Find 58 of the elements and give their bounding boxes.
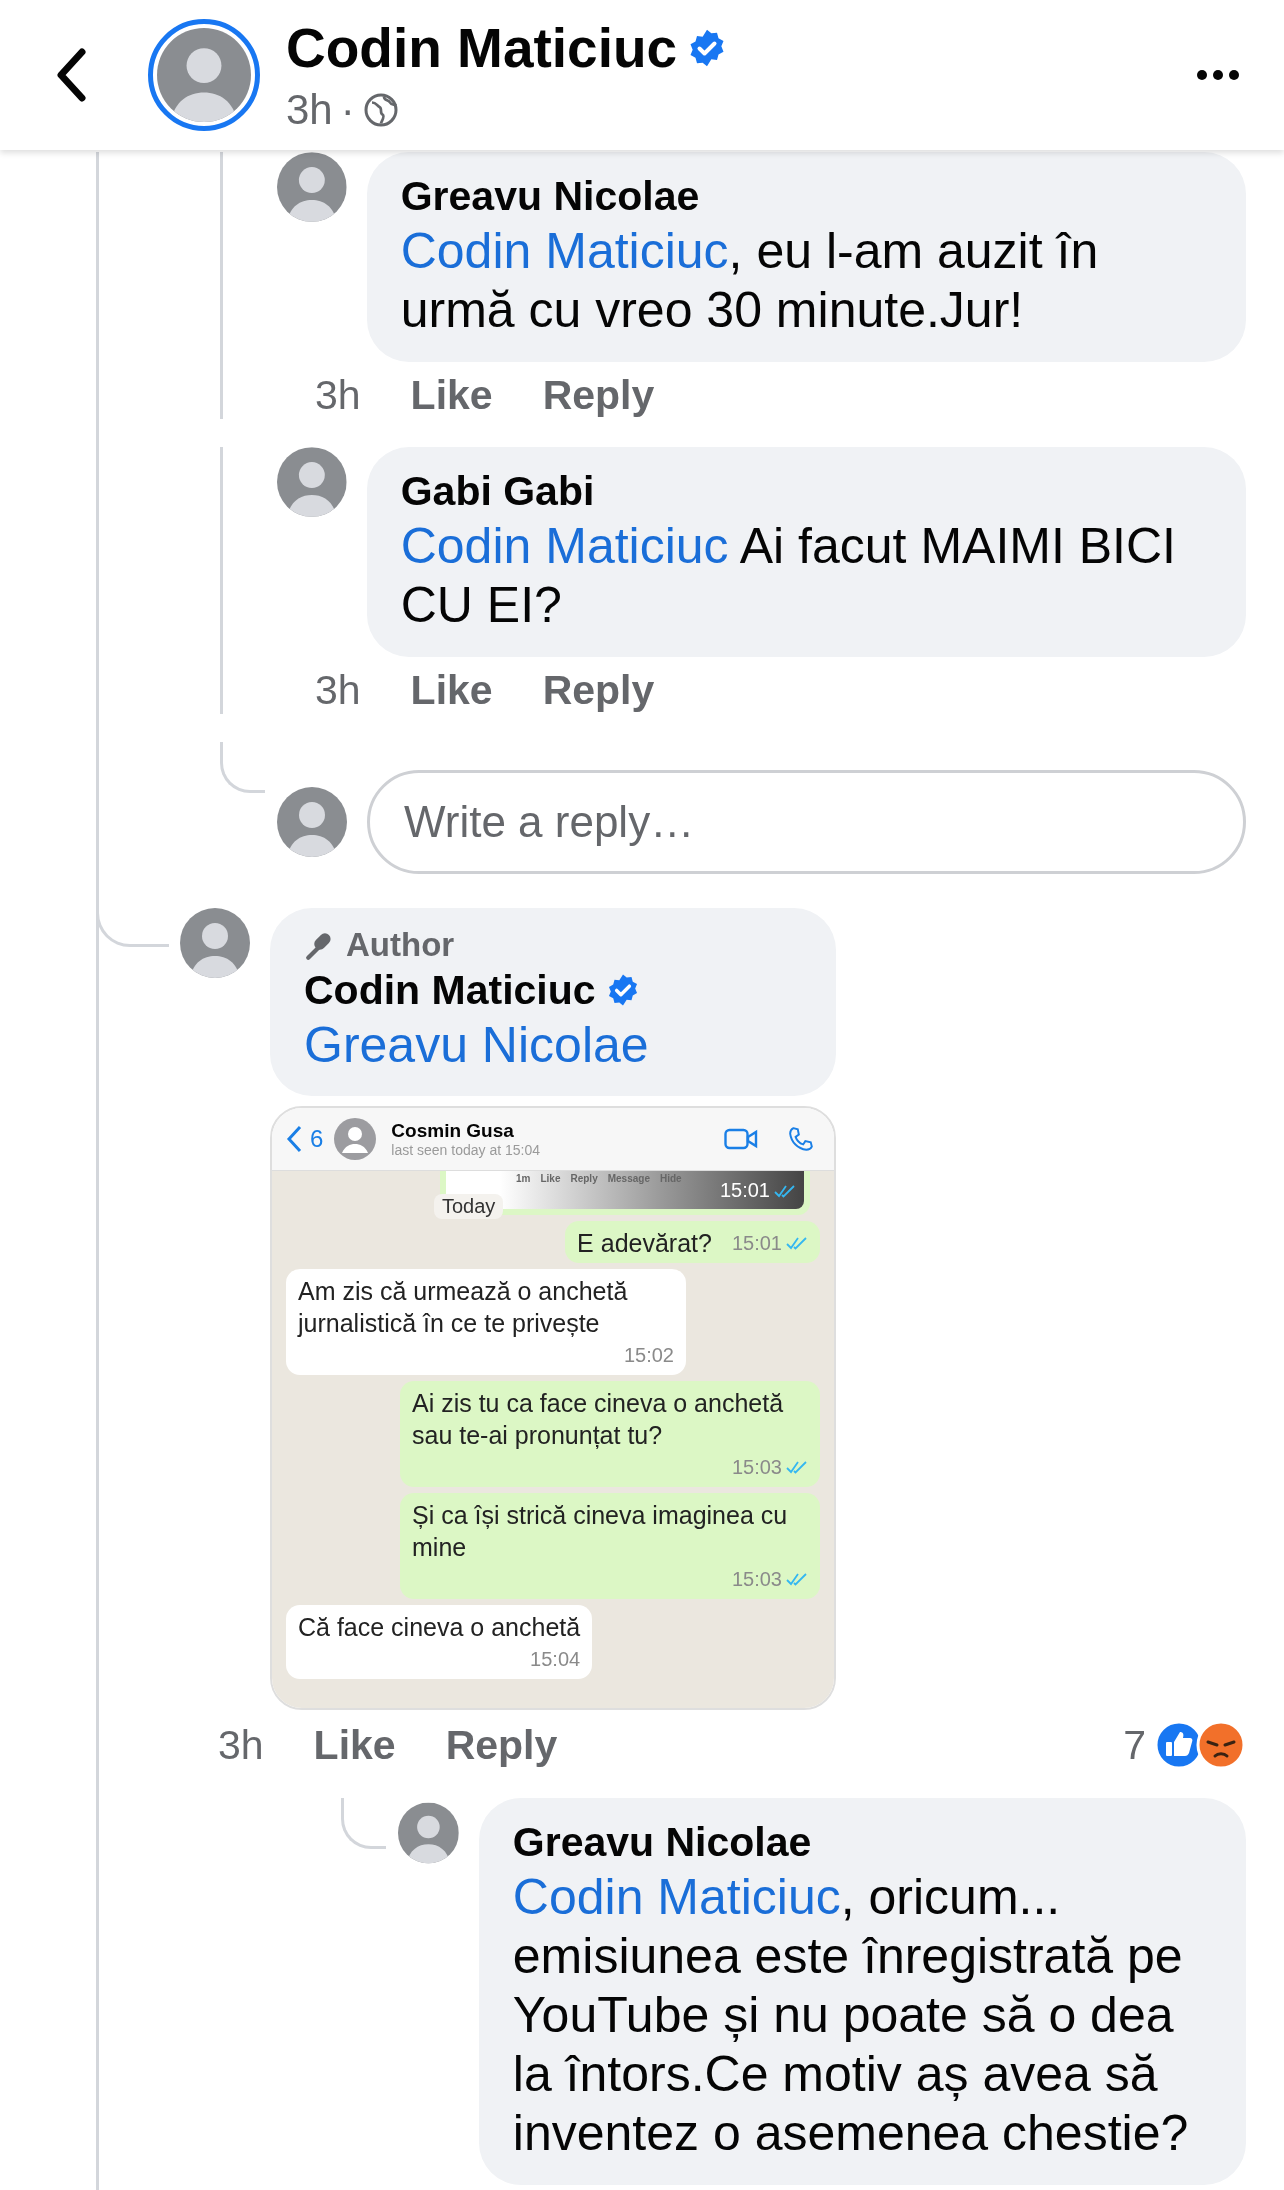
contact-name: Cosmin Gusa [391, 1120, 515, 1142]
mention-link[interactable]: Codin Maticiuc [400, 518, 729, 574]
back-link[interactable]: 6 [286, 1125, 324, 1153]
message-text: Ai zis tu ca face cineva o anchetă sau te-ai pronunțat tu? [412, 1388, 785, 1451]
profile-name[interactable]: Codin Maticiuc [286, 16, 678, 80]
message-text: Că face cineva o anchetă [298, 1612, 581, 1643]
commenter-name[interactable]: Greavu Nicolae [512, 1816, 812, 1868]
comment-text: Codin Maticiuc, eu l-am auzit în urmă cu vreo 30 minute.Jur! [400, 222, 1100, 340]
quoted-text: Like [540, 1173, 561, 1184]
action-link[interactable]: Like [410, 667, 493, 714]
avatar[interactable] [157, 28, 251, 122]
thread-connector [341, 1798, 386, 1849]
message-time: 15:03 [731, 1455, 782, 1480]
post-time: 3h [286, 86, 333, 134]
action-link[interactable]: Reply [445, 1721, 558, 1769]
quoted-text: 1m [516, 1173, 531, 1184]
message-text: Și ca își strică cineva imaginea cu mine [412, 1500, 789, 1563]
mention-link[interactable]: Codin Maticiuc [512, 1869, 841, 1925]
comment-text: Codin Maticiuc, oricum... emisiunea este înregistrată pe YouTube și nu poate să o dea la întors.Ce motiv aș avea să inventez o asemenea chestie? [512, 1868, 1190, 2163]
message-text: Am zis că urmează o anchetă jurnalistică în ce te privește [298, 1276, 629, 1339]
action-link[interactable]: Like [410, 372, 493, 419]
globe-icon [362, 92, 399, 128]
video-call-icon [724, 1127, 758, 1151]
story-ring[interactable] [148, 19, 260, 131]
thread-connector [220, 742, 265, 793]
message-time: 15:02 [623, 1343, 674, 1368]
comment-time: 3h [218, 1721, 264, 1769]
message-text: E adevărat? [577, 1228, 712, 1259]
separator-dot: · [340, 86, 355, 134]
quoted-text: Reply [570, 1173, 598, 1184]
back-icon[interactable] [54, 48, 88, 102]
message-time: 15:01 [719, 1179, 770, 1202]
mention-link[interactable]: Greavu Nicolae [304, 1016, 802, 1074]
author-label: Author [346, 926, 455, 964]
commenter-name[interactable]: Greavu Nicolae [400, 170, 700, 222]
read-ticks-icon [774, 1183, 796, 1198]
reaction-count: 7 [1123, 1721, 1146, 1769]
commenter-name[interactable]: Gabi Gabi [400, 465, 595, 517]
quoted-text: Message [607, 1173, 650, 1184]
phone-call-icon [788, 1126, 814, 1152]
message-time: 15:01 [731, 1231, 782, 1256]
more-options-icon[interactable] [1196, 69, 1240, 81]
message-time: 15:04 [530, 1647, 581, 1672]
comment-time: 3h [315, 667, 361, 714]
mention-link[interactable]: Codin Maticiuc [400, 223, 729, 279]
last-seen-text: last seen today at 15:04 [391, 1142, 541, 1158]
date-label: Today [434, 1194, 504, 1219]
commenter-name[interactable]: Codin Maticiuc [304, 964, 596, 1016]
message-time: 15:03 [731, 1567, 782, 1592]
angry-reaction-icon [1196, 1720, 1246, 1770]
comment-text: Codin Maticiuc Ai facut MAIMI BICI CU EI? [400, 517, 1177, 635]
back-icon [286, 1125, 302, 1153]
comment-time: 3h [315, 372, 361, 419]
action-link[interactable]: Like [313, 1721, 396, 1769]
action-link[interactable]: Reply [542, 667, 655, 714]
reply-input-field[interactable]: Write a reply… [367, 770, 1246, 874]
action-link[interactable]: Reply [542, 372, 655, 419]
contact-avatar-icon [333, 1117, 378, 1161]
